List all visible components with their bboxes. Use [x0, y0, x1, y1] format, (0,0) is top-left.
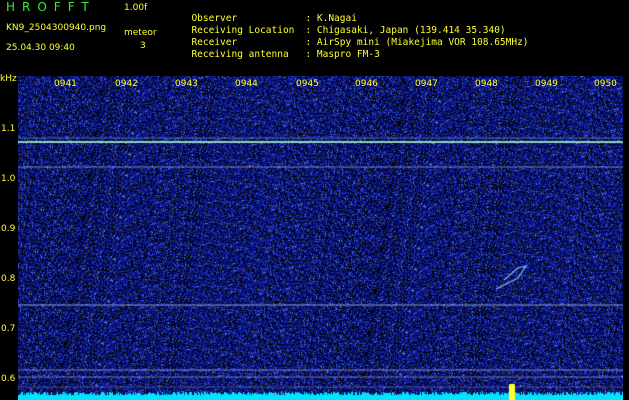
version-label: 1.00f: [124, 3, 148, 13]
mode-label: meteor: [124, 28, 157, 38]
x-tick: 0950: [594, 79, 617, 89]
x-tick: 0949: [535, 79, 558, 89]
x-tick: 0947: [415, 79, 438, 89]
y-tick: 1.0: [1, 174, 16, 184]
x-tick: 0944: [235, 79, 258, 89]
x-tick: 0946: [355, 79, 378, 89]
x-tick: 0941: [54, 79, 77, 89]
spectrogram-waterfall[interactable]: [18, 76, 623, 400]
y-tick: 0.8: [1, 274, 16, 284]
filename-label: KN9_2504300940.png: [6, 23, 107, 33]
x-tick: 0948: [475, 79, 498, 89]
x-tick: 0943: [175, 79, 198, 89]
x-tick: 0945: [296, 79, 319, 89]
antenna-value: : Maspro FM-3: [305, 49, 380, 60]
y-tick: 0.6: [1, 374, 16, 384]
antenna-row: Receiving antenna : Maspro FM-3: [180, 38, 380, 60]
frequency-unit-label: kHz: [0, 74, 17, 84]
y-tick: 0.7: [1, 324, 16, 334]
datetime-label: 25.04.30 09:40: [6, 43, 75, 53]
y-tick: 1.1: [1, 124, 16, 134]
y-tick: 0.9: [1, 224, 16, 234]
app-title: HROFFT: [6, 0, 96, 14]
waterfall-canvas: [18, 76, 623, 400]
count-label: 3: [140, 41, 146, 51]
antenna-label: Receiving antenna: [191, 49, 289, 60]
x-tick: 0942: [115, 79, 138, 89]
